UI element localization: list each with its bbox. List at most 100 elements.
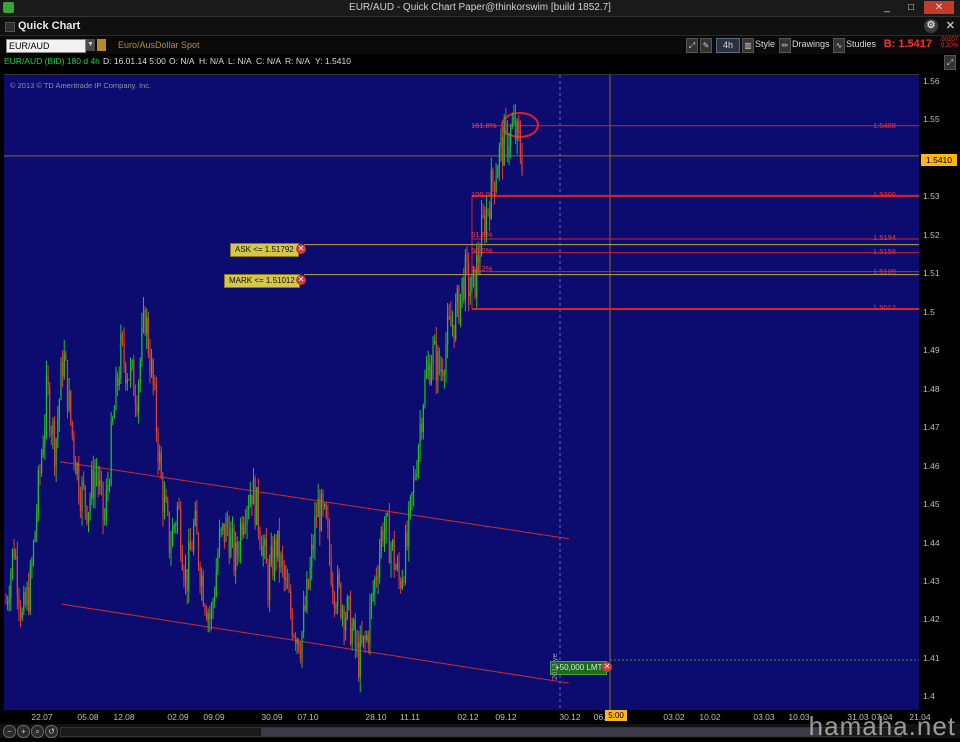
zoom-out-icon[interactable]: −: [3, 725, 16, 738]
y-tick-label: 1.4: [923, 691, 935, 702]
cancel-limit-icon[interactable]: ✕: [602, 662, 612, 672]
candle-body: [260, 543, 263, 556]
panel-close-icon[interactable]: ✕: [946, 19, 955, 32]
fib-label-100: 100.0%: [471, 190, 497, 199]
studies-button[interactable]: Studies: [846, 38, 876, 51]
studies-icon[interactable]: ∿: [833, 38, 845, 53]
info-low: L: N/A: [228, 56, 252, 66]
candle-body: [21, 611, 23, 619]
candle-body: [63, 353, 65, 377]
candle-body: [272, 546, 274, 576]
chart-area[interactable]: © 2013 © TD Ameritrade IP Company, Inc. …: [0, 70, 960, 738]
minimize-button[interactable]: _: [876, 1, 898, 14]
gear-icon[interactable]: ⚙: [924, 19, 938, 33]
candle-body: [10, 572, 12, 599]
drawings-icon[interactable]: ✏: [779, 38, 791, 53]
candle-body: [83, 481, 85, 486]
maximize-button[interactable]: □: [900, 1, 922, 14]
style-icon[interactable]: ▥: [742, 38, 754, 53]
link-icon[interactable]: [97, 39, 106, 51]
candle-body: [461, 277, 463, 295]
candle-body: [285, 577, 287, 579]
symbol-input[interactable]: EUR/AUD: [6, 39, 86, 53]
x-tick-label: 28.10: [365, 712, 387, 722]
candle-body: [238, 553, 240, 555]
mark-order-label[interactable]: MARK <= 1.51012: [224, 274, 300, 288]
candle-body: [333, 593, 335, 608]
info-symbol: EUR/AUD (BID) 180 d 4h: [4, 56, 100, 66]
candle-body: [356, 642, 358, 647]
drawings-button[interactable]: Drawings: [792, 38, 830, 51]
info-close: C: N/A: [256, 56, 282, 66]
watermark-logo: hamaha.net: [808, 711, 956, 741]
candle-body: [165, 495, 167, 502]
cancel-ask-icon[interactable]: ✕: [296, 244, 306, 254]
chart-plot[interactable]: © 2013 © TD Ameritrade IP Company, Inc. …: [4, 74, 919, 710]
x-tick-label: 03.02: [663, 712, 685, 722]
candle-body: [170, 546, 172, 554]
candle-body: [325, 504, 327, 518]
candle-body: [408, 508, 410, 547]
candle-body: [37, 470, 39, 515]
scroll-thumb[interactable]: [261, 728, 821, 736]
candle-body: [513, 116, 515, 124]
candle-body: [225, 517, 227, 542]
candle-body: [32, 541, 35, 563]
bar-info-row: EUR/AUD (BID) 180 d 4h D: 16.01.14 5:00 …: [0, 54, 960, 70]
candle-body: [183, 569, 185, 581]
panel-menu-icon[interactable]: [5, 22, 15, 32]
candle-body: [309, 566, 311, 588]
fullscreen-icon[interactable]: ⤢: [686, 38, 698, 53]
search-icon[interactable]: ⌕: [31, 725, 44, 738]
candle-body: [364, 635, 366, 641]
candle-body: [438, 351, 441, 372]
style-button[interactable]: Style: [755, 38, 775, 51]
candle-body: [125, 363, 127, 384]
candle-body: [492, 169, 494, 183]
candle-body: [291, 613, 293, 637]
wrench-icon[interactable]: ✎: [700, 38, 712, 53]
candle-body: [450, 316, 452, 327]
candle-body: [89, 498, 91, 513]
candle-body: [201, 575, 203, 587]
candle-body: [367, 635, 369, 644]
time-scrollbar[interactable]: [60, 727, 902, 737]
price-axis[interactable]: 1.561.551.541.531.521.511.51.491.481.471…: [919, 74, 960, 709]
candle-body: [455, 303, 457, 339]
candle-body: [107, 485, 109, 491]
candle-body: [280, 554, 282, 568]
fib-value-1: 1.5488: [873, 121, 896, 130]
y-tick-label: 1.42: [923, 614, 940, 625]
channel-lower-line: [61, 603, 570, 684]
candle-body: [123, 341, 125, 364]
candle-body: [327, 517, 329, 527]
candle-body: [476, 254, 478, 297]
zoom-in-icon[interactable]: +: [17, 725, 30, 738]
symbol-dropdown-icon[interactable]: ▼: [86, 39, 95, 51]
candle-body: [354, 619, 356, 647]
candle-body: [346, 597, 348, 618]
candle-body: [456, 288, 458, 304]
window-title: EUR/AUD - Quick Chart Paper@thinkorswim …: [349, 2, 611, 13]
candle-body: [390, 546, 392, 564]
aggregation-button[interactable]: 4h: [716, 38, 740, 53]
candle-body: [265, 539, 268, 564]
candle-body: [121, 333, 124, 342]
candle-body: [307, 579, 310, 588]
y-tick-label: 1.41: [923, 652, 940, 663]
cancel-mark-icon[interactable]: ✕: [296, 275, 306, 285]
chart-settings-icon[interactable]: ⤢: [944, 55, 956, 70]
candle-body: [113, 409, 115, 419]
candle-body: [448, 316, 450, 318]
candle-body: [209, 613, 211, 619]
candle-body: [328, 526, 331, 556]
candle-body: [26, 587, 28, 606]
info-open: O: N/A: [169, 56, 195, 66]
window-title-bar: EUR/AUD - Quick Chart Paper@thinkorswim …: [0, 0, 960, 17]
candle-body: [120, 333, 122, 378]
reset-icon[interactable]: ↺: [45, 725, 58, 738]
close-button[interactable]: ✕: [924, 1, 954, 14]
candle-body: [267, 563, 269, 600]
candle-body: [443, 373, 445, 376]
ask-order-label[interactable]: ASK <= 1.51792: [230, 243, 299, 257]
